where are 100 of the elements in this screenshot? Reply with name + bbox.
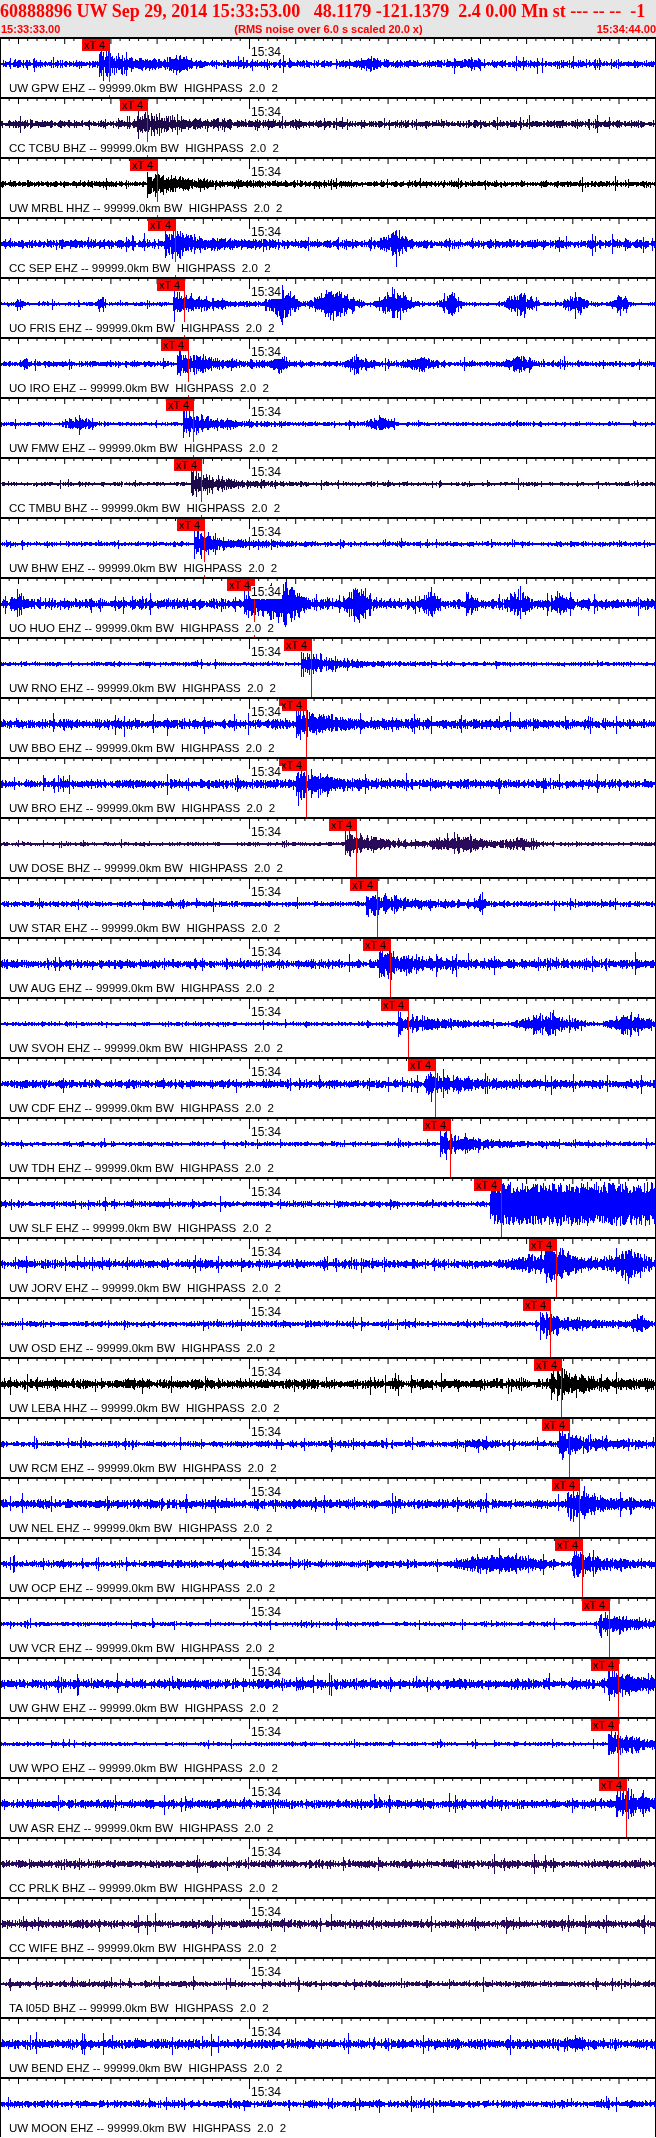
time-tick-label: 15:34 (251, 1006, 283, 1019)
station-label: UO HUO EHZ -- 99999.0km BW HIGHPASS 2.0 2 (9, 622, 275, 635)
time-tick-label: 15:34 (251, 706, 283, 719)
station-label: UW WPO EHZ -- 99999.0km BW HIGHPASS 2.0 2 (9, 1762, 279, 1775)
scale-note: (RMS noise over 6.0 s scaled 20.0 x) (234, 22, 423, 36)
pick-flag: xT 4 (474, 1179, 502, 1191)
station-label: UW AUG EHZ -- 99999.0km BW HIGHPASS 2.0 2 (9, 982, 276, 995)
station-label: UW GHW EHZ -- 99999.0km BW HIGHPASS 2.0 2 (9, 1702, 280, 1715)
pick-flag: xT 4 (161, 339, 189, 351)
pick-flag: xT 4 (555, 1539, 583, 1551)
station-label: UW BHW EHZ -- 99999.0km BW HIGHPASS 2.0 2 (9, 562, 279, 575)
pick-flag: xT 4 (166, 399, 194, 411)
time-tick-label: 15:34 (251, 1846, 283, 1859)
pick-flag: xT 4 (529, 1239, 557, 1251)
station-label: UW OSD EHZ -- 99999.0km BW HIGHPASS 2.0 2 (9, 1342, 277, 1355)
station-label: CC PRLK BHZ -- 99999.0km BW HIGHPASS 2.0 2 (9, 1882, 279, 1895)
time-tick-label: 15:34 (251, 1126, 283, 1139)
time-tick-label: 15:34 (251, 946, 283, 959)
time-tick-label: 15:34 (251, 46, 283, 59)
pick-flag: xT 4 (284, 639, 312, 651)
time-tick-label: 15:34 (251, 526, 283, 539)
time-tick-label: 15:34 (251, 166, 283, 179)
event-title: 60888896 UW Sep 29, 2014 15:33:53.00 48.1179 -121.1379 2.4 0.00 Mn st --- -- -- -1 (0, 0, 646, 22)
pick-flag: xT 4 (423, 1119, 451, 1131)
station-label: UW SLF EHZ -- 99999.0km BW HIGHPASS 2.0 2 (9, 1222, 273, 1235)
station-label: UW RNO EHZ -- 99999.0km BW HIGHPASS 2.0 2 (9, 682, 277, 695)
pick-flag: xT 4 (591, 1719, 619, 1731)
pick-flag: xT 4 (350, 879, 378, 891)
time-tick-label: 15:34 (251, 1726, 283, 1739)
pick-flag: xT 4 (120, 99, 148, 111)
station-label: UO FRIS EHZ -- 99999.0km BW HIGHPASS 2.0 2 (9, 322, 276, 335)
pick-flag: xT 4 (523, 1299, 551, 1311)
time-tick-label: 15:34 (251, 1606, 283, 1619)
station-label: UW BEND EHZ -- 99999.0km BW HIGHPASS 2.0 2 (9, 2062, 284, 2075)
pick-flag: xT 4 (591, 1659, 619, 1671)
time-tick-label: 15:34 (251, 1666, 283, 1679)
pick-flag: xT 4 (174, 459, 202, 471)
station-label: UW JORV EHZ -- 99999.0km BW HIGHPASS 2.0 2 (9, 1282, 282, 1295)
station-label: CC WIFE BHZ -- 99999.0km BW HIGHPASS 2.0 2 (9, 1942, 278, 1955)
time-tick-label: 15:34 (251, 1546, 283, 1559)
time-tick-label: 15:34 (251, 226, 283, 239)
pick-flag: xT 4 (329, 819, 357, 831)
time-tick-label: 15:34 (251, 766, 283, 779)
station-label: UW VCR EHZ -- 99999.0km BW HIGHPASS 2.0 2 (9, 1642, 276, 1655)
time-tick-label: 15:34 (251, 1426, 283, 1439)
time-tick-label: 15:34 (251, 1786, 283, 1799)
pick-flag: xT 4 (148, 219, 176, 231)
station-label: UW BBO EHZ -- 99999.0km BW HIGHPASS 2.0 2 (9, 742, 276, 755)
station-label: UW SVOH EHZ -- 99999.0km BW HIGHPASS 2.0 2 (9, 1042, 284, 1055)
station-label: CC TMBU BHZ -- 99999.0km BW HIGHPASS 2.0 2 (9, 502, 282, 515)
time-tick-label: 15:34 (251, 1486, 283, 1499)
pick-flag: xT 4 (279, 759, 307, 771)
start-time: 15:33:33.00 (1, 22, 61, 36)
pick-flag: xT 4 (542, 1419, 570, 1431)
time-tick-label: 15:34 (251, 826, 283, 839)
station-label: UW MOON EHZ -- 99999.0km BW HIGHPASS 2.0 2 (9, 2122, 288, 2135)
time-tick-label: 15:34 (251, 1066, 283, 1079)
station-label: UO IRO EHZ -- 99999.0km BW HIGHPASS 2.0 2 (9, 382, 270, 395)
time-tick-label: 15:34 (251, 1186, 283, 1199)
pick-flag: xT 4 (130, 159, 158, 171)
time-tick-label: 15:34 (251, 1246, 283, 1259)
time-tick-label: 15:34 (251, 2026, 283, 2039)
pick-flag: xT 4 (582, 1599, 610, 1611)
pick-flag: xT 4 (177, 519, 205, 531)
station-label: UW NEL EHZ -- 99999.0km BW HIGHPASS 2.0 2 (9, 1522, 274, 1535)
pick-flag: xT 4 (552, 1479, 580, 1491)
pick-flag: xT 4 (381, 999, 409, 1011)
station-label: CC SEP EHZ -- 99999.0km BW HIGHPASS 2.0 2 (9, 262, 272, 275)
pick-flag: xT 4 (363, 939, 391, 951)
time-tick-label: 15:34 (251, 1906, 283, 1919)
pick-flag: xT 4 (534, 1359, 562, 1371)
station-label: UW STAR EHZ -- 99999.0km BW HIGHPASS 2.0 2 (9, 922, 282, 935)
station-label: UW TDH EHZ -- 99999.0km BW HIGHPASS 2.0 2 (9, 1162, 275, 1175)
end-time: 15:34:44.00 (596, 22, 656, 36)
pick-flag: xT 4 (599, 1779, 627, 1791)
time-tick-label: 15:34 (251, 346, 283, 359)
station-label: UW DOSE BHZ -- 99999.0km BW HIGHPASS 2.0 2 (9, 862, 284, 875)
station-label: UW MRBL HHZ -- 99999.0km BW HIGHPASS 2.0 2 (9, 202, 284, 215)
pick-flag: xT 4 (157, 279, 185, 291)
station-label: UW RCM EHZ -- 99999.0km BW HIGHPASS 2.0 2 (9, 1462, 278, 1475)
station-label: UW LEBA HHZ -- 99999.0km BW HIGHPASS 2.0 2 (9, 1402, 281, 1415)
time-tick-label: 15:34 (251, 886, 283, 899)
time-tick-label: 15:34 (251, 466, 283, 479)
station-label: UW BRO EHZ -- 99999.0km BW HIGHPASS 2.0 2 (9, 802, 277, 815)
time-tick-label: 15:34 (251, 1306, 283, 1319)
station-label: TA I05D BHZ -- 99999.0km BW HIGHPASS 2.0 2 (9, 2002, 270, 2015)
time-tick-label: 15:34 (251, 106, 283, 119)
pick-flag: xT 4 (408, 1059, 436, 1071)
time-tick-label: 15:34 (251, 646, 283, 659)
station-label: CC TCBU BHZ -- 99999.0km BW HIGHPASS 2.0 2 (9, 142, 280, 155)
time-tick-label: 15:34 (251, 1966, 283, 1979)
time-tick-label: 15:34 (251, 2086, 283, 2099)
station-label: UW CDF EHZ -- 99999.0km BW HIGHPASS 2.0 2 (9, 1102, 275, 1115)
pick-flag: xT 4 (82, 39, 110, 51)
pick-flag: xT 4 (279, 699, 307, 711)
station-label: UW GPW EHZ -- 99999.0km BW HIGHPASS 2.0 2 (9, 82, 279, 95)
time-tick-label: 15:34 (251, 286, 283, 299)
time-tick-label: 15:34 (251, 586, 283, 599)
station-label: UW ASR EHZ -- 99999.0km BW HIGHPASS 2.0 2 (9, 1822, 275, 1835)
station-label: UW OCP EHZ -- 99999.0km BW HIGHPASS 2.0 2 (9, 1582, 277, 1595)
